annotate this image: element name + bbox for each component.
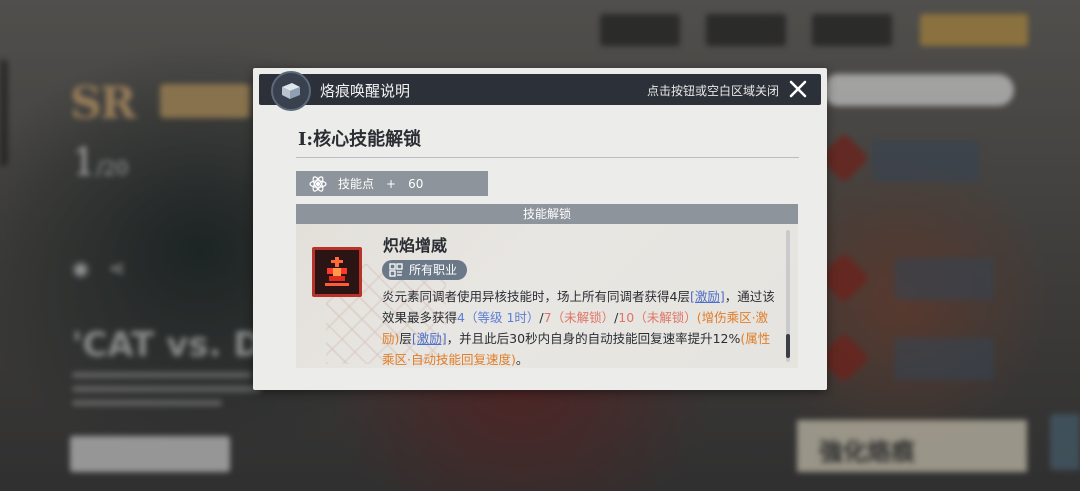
level-3-value: 10（未解锁） (618, 310, 697, 325)
close-icon (789, 80, 807, 98)
scrollbar-thumb[interactable] (786, 334, 790, 358)
section-title: I:核心技能解锁 (298, 129, 422, 150)
dialog-title: 烙痕唤醒说明 (320, 82, 411, 100)
skill-points-plus: + (386, 176, 397, 191)
skill-name: 炽焰增威 (383, 236, 448, 255)
desc-part-1: 炎元素同调者使用异核技能时，场上所有同调者获得4层 (382, 289, 690, 304)
skill-points-value: 60 (408, 176, 424, 191)
job-tag-label: 所有职业 (409, 263, 458, 277)
atom-icon (308, 174, 328, 197)
skill-flame-icon (312, 247, 362, 297)
close-button[interactable] (785, 76, 811, 102)
keyword-incentive-1[interactable]: [激励] (690, 289, 725, 304)
keyword-incentive-2[interactable]: [激励] (412, 331, 447, 346)
desc-part-5: 。 (515, 352, 529, 367)
job-grid-icon (389, 263, 403, 283)
section-divider (296, 157, 799, 158)
scrollbar[interactable] (786, 230, 790, 362)
desc-part-3: 层 (399, 331, 412, 346)
awakening-info-dialog: 烙痕唤醒说明 点击按钮或空白区域关闭 I:核心技能解锁 技能点 + 60 技能解… (253, 68, 827, 390)
skill-entry: 炽焰增威 所有职业 炎元素同调者使用异核技能时，场上所有同调者获得4层[激励]，… (296, 224, 798, 368)
job-tag: 所有职业 (382, 260, 468, 283)
skill-points-bar: 技能点 + 60 (296, 171, 488, 196)
skill-description: 炎元素同调者使用异核技能时，场上所有同调者获得4层[激励]，通过该效果最多获得4… (382, 286, 780, 368)
desc-part-4: ，并且此后30秒内自身的自动技能回复速率提升12% (446, 331, 741, 346)
book-icon (271, 71, 311, 111)
level-1-value: 4（等级 1时） (457, 310, 540, 325)
level-2-value: 7（未解锁） (543, 310, 615, 325)
skill-points-label: 技能点 (338, 177, 375, 191)
dialog-header: 烙痕唤醒说明 点击按钮或空白区域关闭 (259, 71, 821, 111)
skill-unlock-header: 技能解锁 (296, 204, 798, 224)
close-hint: 点击按钮或空白区域关闭 (646, 84, 779, 98)
